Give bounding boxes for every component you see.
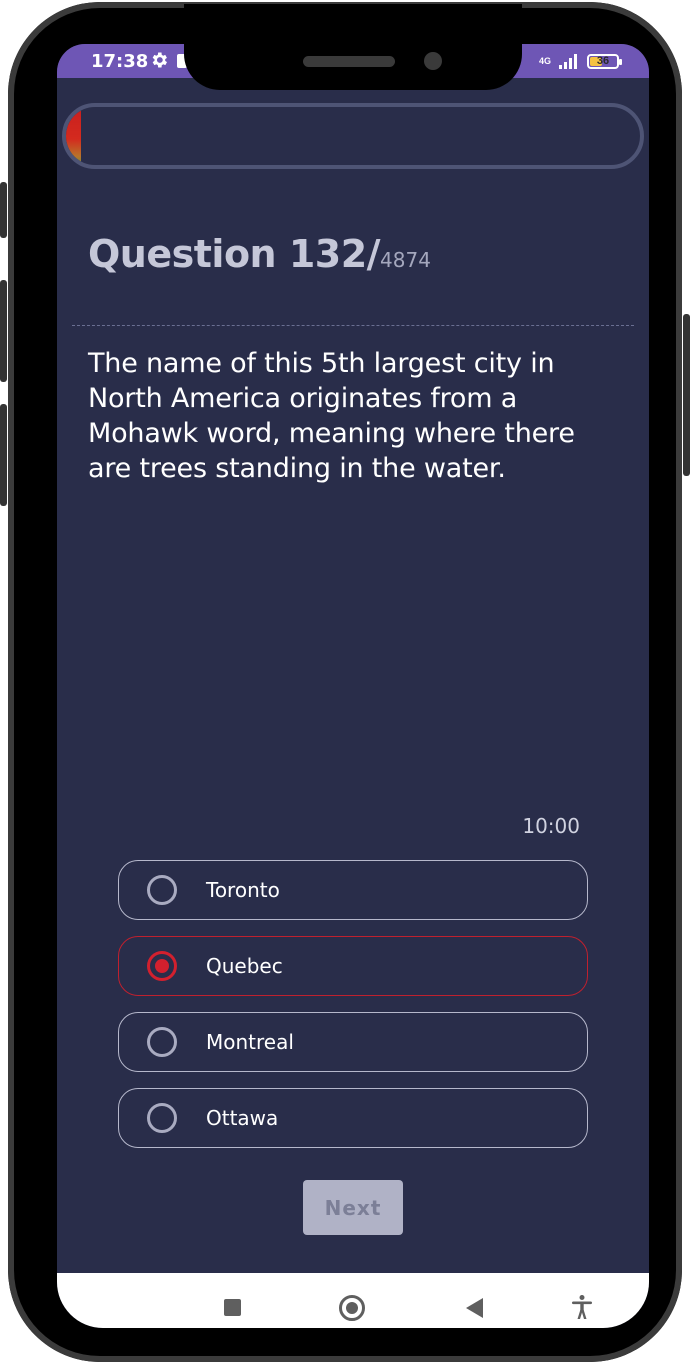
question-number: Question 132/ (88, 232, 381, 276)
camera-notch (184, 4, 522, 90)
option-toronto[interactable]: Toronto (118, 860, 588, 920)
speaker-grille (303, 56, 395, 67)
dashed-divider (72, 325, 634, 326)
back-icon[interactable] (466, 1298, 483, 1318)
option-label: Ottawa (206, 1106, 279, 1130)
home-icon[interactable] (339, 1295, 365, 1321)
answer-options: Toronto Quebec Montreal Ottawa (118, 860, 588, 1164)
option-label: Montreal (206, 1030, 294, 1054)
signal-icon (559, 54, 577, 69)
question-text: The name of this 5th largest city in Nor… (88, 348, 575, 484)
progress-fill (66, 107, 82, 165)
status-indicators: 4G 36 (538, 50, 622, 72)
radio-icon[interactable] (147, 1027, 177, 1057)
option-quebec[interactable]: Quebec (118, 936, 588, 996)
side-button (0, 404, 7, 506)
progress-bar (62, 103, 644, 169)
radio-icon[interactable] (147, 1103, 177, 1133)
accessibility-icon[interactable] (570, 1294, 594, 1320)
option-ottawa[interactable]: Ottawa (118, 1088, 588, 1148)
side-button (0, 280, 7, 382)
option-label: Quebec (206, 954, 283, 978)
option-montreal[interactable]: Montreal (118, 1012, 588, 1072)
phone-frame: 17:38 4G 36 Question 132/4874 The name o… (0, 2, 690, 1362)
question-counter: Question 132/4874 (88, 232, 431, 276)
system-nav-bar (57, 1273, 649, 1328)
countdown-timer: 10:00 (522, 814, 580, 838)
battery-icon: 36 (587, 53, 622, 69)
network-type: 4G (538, 55, 551, 66)
battery-level: 36 (596, 55, 610, 67)
app-screen: 17:38 4G 36 Question 132/4874 The name o… (57, 44, 649, 1328)
side-button (683, 314, 690, 476)
question-total: 4874 (380, 248, 431, 272)
radio-selected-icon[interactable] (147, 951, 177, 981)
front-camera (424, 52, 442, 70)
gear-icon (152, 52, 167, 68)
option-label: Toronto (206, 878, 280, 902)
next-button[interactable]: Next (303, 1180, 403, 1235)
recents-icon[interactable] (224, 1299, 241, 1316)
side-button (0, 182, 7, 238)
status-time: 17:38 (91, 51, 149, 72)
radio-icon[interactable] (147, 875, 177, 905)
